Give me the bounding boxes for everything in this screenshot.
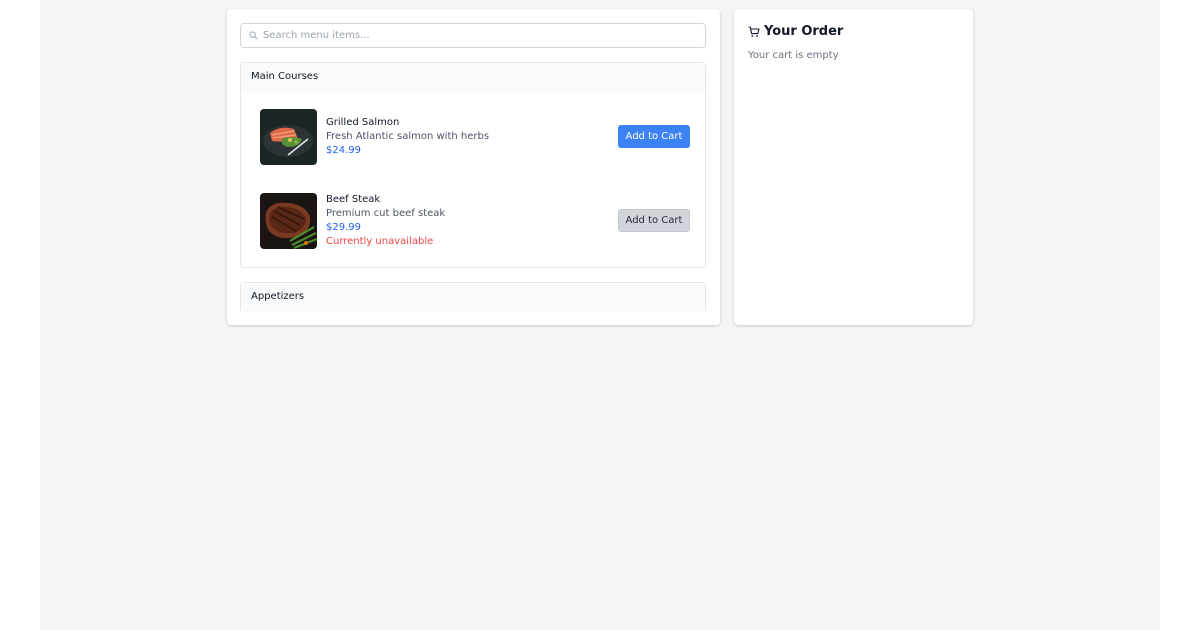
- beef-steak-image: [260, 193, 317, 249]
- section-header-main-courses[interactable]: Main Courses: [241, 63, 705, 92]
- add-to-cart-button[interactable]: Add to Cart: [618, 125, 690, 148]
- shopping-cart-icon: [748, 25, 760, 37]
- item-description: Fresh Atlantic salmon with herbs: [326, 131, 490, 142]
- order-panel: Your Order Your cart is empty: [734, 9, 973, 325]
- menu-item: Grilled Salmon Fresh Atlantic salmon wit…: [260, 109, 690, 166]
- item-price: $29.99: [326, 222, 361, 233]
- menu-panel: Main Courses Grilled Salmon Fresh Atlant: [227, 9, 720, 325]
- empty-cart-message: Your cart is empty: [748, 50, 839, 61]
- add-to-cart-button-disabled[interactable]: Add to Cart: [618, 209, 690, 232]
- grilled-salmon-image: [260, 109, 317, 165]
- item-name: Beef Steak: [326, 194, 381, 205]
- section-appetizers: Appetizers: [240, 282, 706, 312]
- search-input[interactable]: [263, 25, 693, 46]
- item-description: Premium cut beef steak: [326, 208, 446, 219]
- unavailable-status: Currently unavailable: [326, 236, 434, 247]
- search-box[interactable]: [240, 23, 706, 48]
- item-price: $24.99: [326, 145, 361, 156]
- section-header-appetizers[interactable]: Appetizers: [241, 283, 705, 312]
- search-icon: [249, 31, 258, 40]
- section-main-courses: Main Courses Grilled Salmon Fresh Atlant: [240, 62, 706, 268]
- menu-item: Beef Steak Premium cut beef steak $29.99…: [260, 193, 690, 250]
- order-title: Your Order: [748, 24, 843, 39]
- item-name: Grilled Salmon: [326, 117, 400, 128]
- order-title-text: Your Order: [764, 24, 844, 39]
